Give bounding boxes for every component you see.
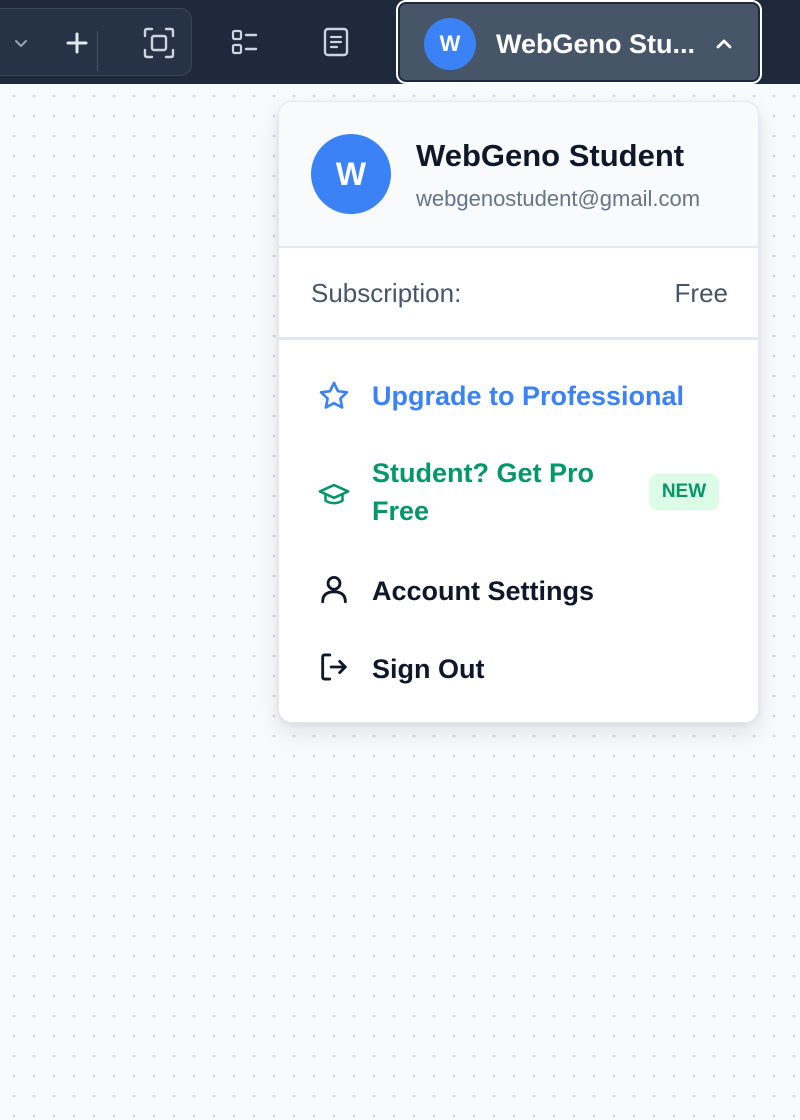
account-settings-label: Account Settings [372,576,595,606]
sign-out-icon [317,650,351,684]
upgrade-professional-label: Upgrade to Professional [372,381,685,411]
user-icon [317,572,351,606]
star-icon [317,379,351,413]
user-name-truncated: WebGeno Stu... [496,29,696,59]
student-pro-label-line2: Free [372,496,430,526]
upgrade-professional-item[interactable]: Upgrade to Professional [297,360,743,436]
profile-email: webgenostudent@gmail.com [416,186,701,211]
subscription-row: Subscription: Free [279,248,758,340]
profile-avatar: W [311,134,391,214]
subscription-label: Subscription: [311,278,462,308]
user-menu-button[interactable]: W WebGeno Stu... [396,0,762,84]
student-pro-label-line1: Student? Get Pro [372,458,594,488]
fit-screen-icon[interactable] [139,23,179,63]
top-toolbar: W WebGeno Stu... [0,0,800,84]
profile-name: WebGeno Student [416,138,685,173]
new-badge: NEW [649,474,719,510]
document-icon[interactable] [318,24,354,60]
toolbar-group [0,8,192,76]
toolbar-divider [97,31,98,71]
sign-out-item[interactable]: Sign Out [297,632,743,708]
chevron-down-icon[interactable] [9,31,33,55]
subscription-value: Free [674,278,728,308]
avatar: W [424,18,476,70]
sign-out-label: Sign Out [372,654,485,684]
list-icon[interactable] [226,24,262,60]
graduation-cap-icon [317,478,351,512]
profile-header: W WebGeno Student webgenostudent@gmail.c… [279,102,758,248]
user-dropdown-menu: W WebGeno Student webgenostudent@gmail.c… [278,101,759,723]
account-settings-item[interactable]: Account Settings [297,554,743,630]
chevron-up-icon [712,32,736,56]
plus-icon[interactable] [59,27,95,59]
